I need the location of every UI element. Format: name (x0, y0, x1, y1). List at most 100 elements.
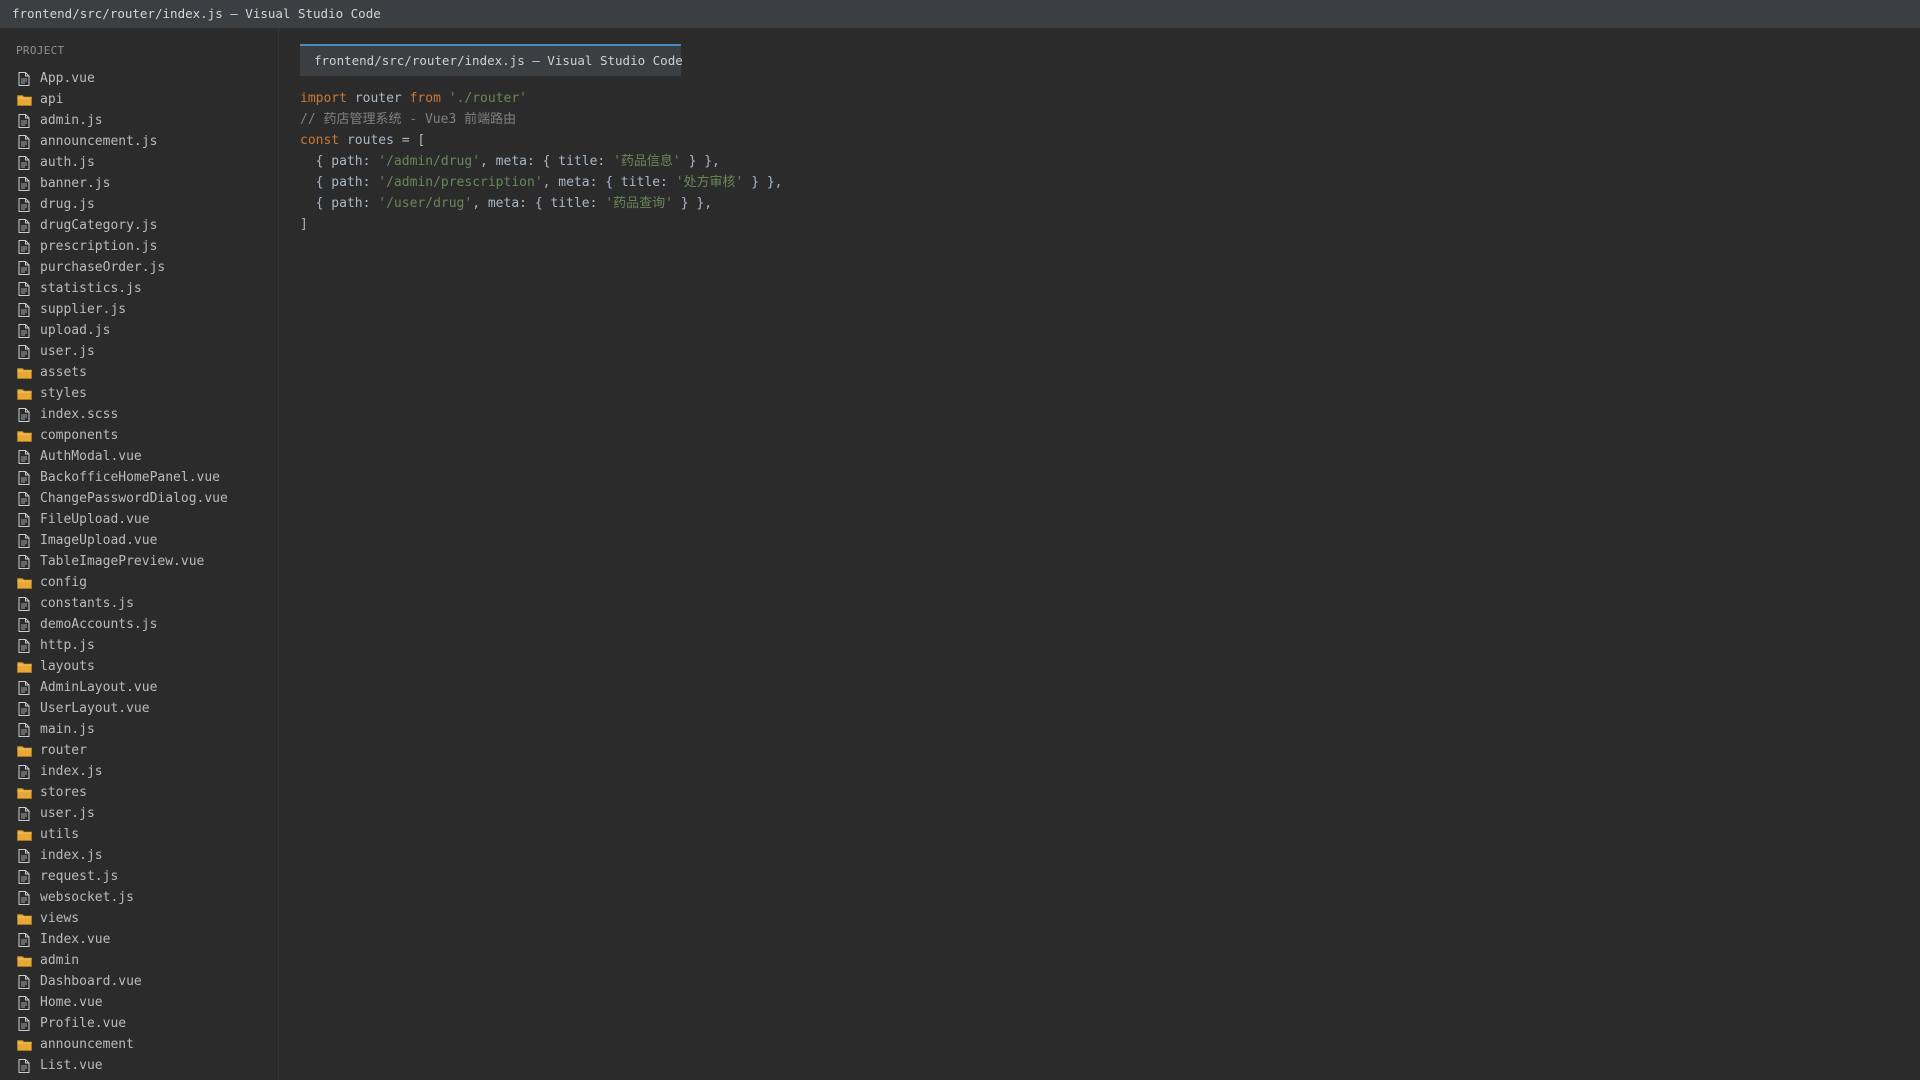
tree-folder[interactable]: layouts (0, 656, 278, 677)
tree-folder[interactable]: api (0, 89, 278, 110)
code-line[interactable]: ] (300, 214, 783, 235)
tree-folder[interactable]: assets (0, 362, 278, 383)
tree-file[interactable]: BackofficeHomePanel.vue (0, 467, 278, 488)
tree-file[interactable]: index.scss (0, 404, 278, 425)
code-token: , meta: { title: (480, 154, 614, 169)
code-token: import (300, 91, 347, 106)
folder-icon (16, 743, 32, 759)
file-icon (16, 617, 32, 633)
tree-file[interactable]: TableImagePreview.vue (0, 551, 278, 572)
tree-file[interactable]: user.js (0, 803, 278, 824)
sidebar-heading: PROJECT (16, 44, 65, 57)
tree-file[interactable]: websocket.js (0, 887, 278, 908)
tree-file[interactable]: Index.vue (0, 929, 278, 950)
tree-item-label: constants.js (40, 596, 134, 611)
code-token: , meta: { title: (472, 196, 606, 211)
tree-item-label: utils (40, 827, 80, 842)
code-line[interactable]: { path: '/admin/drug', meta: { title: '药… (300, 151, 783, 172)
tree-item-label: ChangePasswordDialog.vue (40, 491, 228, 506)
folder-icon (16, 428, 32, 444)
tree-folder[interactable]: router (0, 740, 278, 761)
file-icon (16, 239, 32, 255)
tree-file[interactable]: AuthModal.vue (0, 446, 278, 467)
tree-file[interactable]: supplier.js (0, 299, 278, 320)
file-icon (16, 764, 32, 780)
code-token: } }, (672, 196, 713, 211)
tree-file[interactable]: Dashboard.vue (0, 971, 278, 992)
tree-file[interactable]: request.js (0, 866, 278, 887)
tree-item-label: admin (40, 953, 80, 968)
tree-file[interactable]: AdminLayout.vue (0, 677, 278, 698)
tree-item-label: user.js (40, 806, 95, 821)
tree-file[interactable]: http.js (0, 635, 278, 656)
code-line[interactable]: // 药店管理系统 - Vue3 前端路由 (300, 109, 783, 130)
tree-file[interactable]: List.vue (0, 1055, 278, 1076)
tree-file[interactable]: ChangePasswordDialog.vue (0, 488, 278, 509)
tree-file[interactable]: index.js (0, 761, 278, 782)
tree-file[interactable]: admin.js (0, 110, 278, 131)
file-icon (16, 806, 32, 822)
folder-icon (16, 785, 32, 801)
file-icon (16, 890, 32, 906)
code-line[interactable]: { path: '/admin/prescription', meta: { t… (300, 172, 783, 193)
tree-item-label: websocket.js (40, 890, 134, 905)
tree-file[interactable]: banner.js (0, 173, 278, 194)
tree-folder[interactable]: utils (0, 824, 278, 845)
tree-item-label: upload.js (40, 323, 111, 338)
tree-file[interactable]: drug.js (0, 194, 278, 215)
file-icon (16, 281, 32, 297)
tree-folder[interactable]: components (0, 425, 278, 446)
code-token: // 药店管理系统 - Vue3 前端路由 (300, 112, 517, 127)
file-tree: App.vue api admin.js announcement.js auth.js… (0, 68, 278, 1076)
file-icon (16, 512, 32, 528)
tree-file[interactable]: ImageUpload.vue (0, 530, 278, 551)
editor-area[interactable]: frontend/src/router/index.js — Visual St… (279, 28, 1920, 1080)
tree-file[interactable]: auth.js (0, 152, 278, 173)
tree-folder[interactable]: admin (0, 950, 278, 971)
tree-file[interactable]: demoAccounts.js (0, 614, 278, 635)
tree-file[interactable]: prescription.js (0, 236, 278, 257)
folder-icon (16, 659, 32, 675)
tree-file[interactable]: statistics.js (0, 278, 278, 299)
tree-file[interactable]: announcement.js (0, 131, 278, 152)
file-icon (16, 302, 32, 318)
file-icon (16, 134, 32, 150)
tree-file[interactable]: constants.js (0, 593, 278, 614)
file-icon (16, 260, 32, 276)
tree-item-label: List.vue (40, 1058, 103, 1073)
file-icon (16, 1058, 32, 1074)
folder-icon (16, 365, 32, 381)
tree-folder[interactable]: config (0, 572, 278, 593)
code-line[interactable]: { path: '/user/drug', meta: { title: '药品… (300, 193, 783, 214)
tree-item-label: request.js (40, 869, 119, 884)
code-line[interactable]: const routes = [ (300, 130, 783, 151)
tree-file[interactable]: Home.vue (0, 992, 278, 1013)
tree-folder[interactable]: announcement (0, 1034, 278, 1055)
tab-index-js[interactable]: frontend/src/router/index.js — Visual St… (300, 44, 683, 76)
tree-file[interactable]: drugCategory.js (0, 215, 278, 236)
file-icon (16, 71, 32, 87)
tree-item-label: admin.js (40, 113, 103, 128)
tree-folder[interactable]: views (0, 908, 278, 929)
tree-file[interactable]: Profile.vue (0, 1013, 278, 1034)
code-token: } }, (743, 175, 783, 190)
tree-file[interactable]: main.js (0, 719, 278, 740)
code-line[interactable]: import router from './router' (300, 88, 783, 109)
tree-item-label: AdminLayout.vue (40, 680, 158, 695)
window-title: frontend/src/router/index.js — Visual St… (0, 0, 1920, 28)
tree-file[interactable]: user.js (0, 341, 278, 362)
tree-file[interactable]: UserLayout.vue (0, 698, 278, 719)
tree-file[interactable]: App.vue (0, 68, 278, 89)
tree-item-label: api (40, 92, 64, 107)
tree-file[interactable]: FileUpload.vue (0, 509, 278, 530)
file-icon (16, 155, 32, 171)
code-view[interactable]: import router from './router' // 药店管理系统 -… (300, 88, 783, 235)
file-icon (16, 848, 32, 864)
tree-folder[interactable]: styles (0, 383, 278, 404)
tree-file[interactable]: purchaseOrder.js (0, 257, 278, 278)
file-icon (16, 449, 32, 465)
tree-folder[interactable]: stores (0, 782, 278, 803)
tree-file[interactable]: upload.js (0, 320, 278, 341)
code-token: '药品信息' (613, 154, 681, 169)
tree-file[interactable]: index.js (0, 845, 278, 866)
